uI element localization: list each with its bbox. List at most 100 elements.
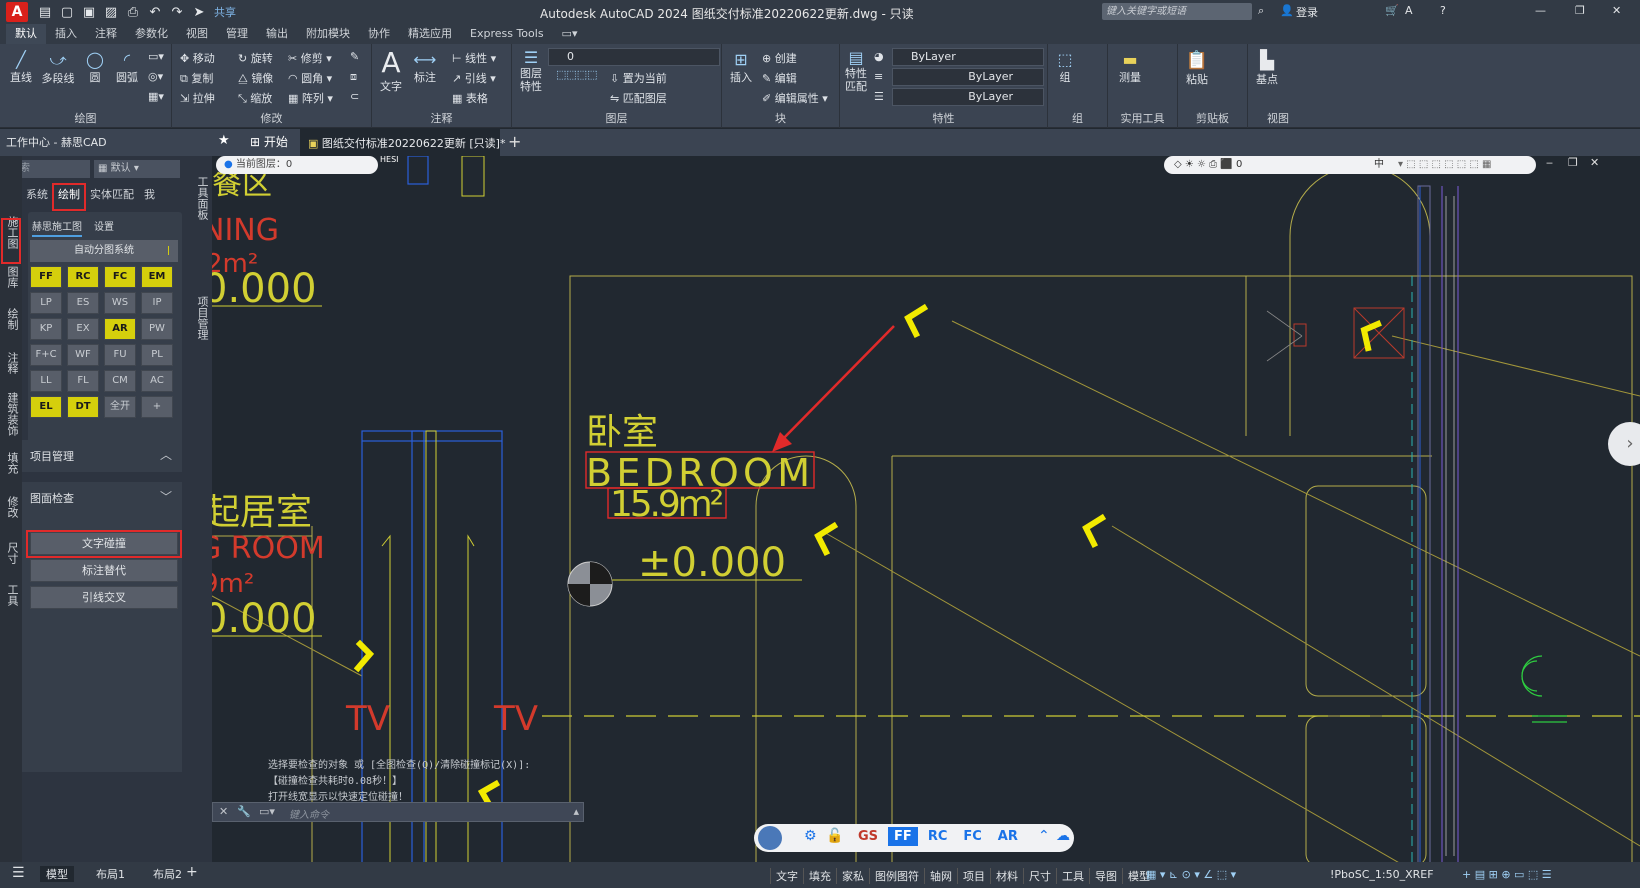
help-icon[interactable]: ? xyxy=(1440,4,1446,17)
user-icon[interactable]: 👤 xyxy=(1280,4,1294,17)
layout-tab-1[interactable]: 布局1 xyxy=(90,866,131,882)
insert-button[interactable]: ⊞ 插入 xyxy=(726,50,756,85)
annotation-panel-title[interactable]: 注释 xyxy=(372,110,511,126)
gradient-icon[interactable]: ▦▾ xyxy=(148,90,164,103)
cmd-expand-icon[interactable]: ▴ xyxy=(573,805,579,818)
open-icon[interactable]: ▢ xyxy=(60,5,74,20)
check-button-1[interactable]: 标注替代 xyxy=(30,559,178,582)
vtab-5[interactable]: 填充 xyxy=(2,452,20,474)
project-mgmt-header[interactable]: 项目管理 ︿ xyxy=(22,440,182,472)
scale-button[interactable]: ⤡ 缩放 xyxy=(238,90,272,106)
save-as-icon[interactable]: ▨ xyxy=(104,5,118,20)
rotate-button[interactable]: ↻ 旋转 xyxy=(238,50,273,66)
stretch-button[interactable]: ⇲ 拉伸 xyxy=(180,90,215,106)
system-button-fc[interactable]: FC xyxy=(104,266,136,288)
tab-7[interactable]: 附加模块 xyxy=(297,24,359,44)
erase-icon[interactable]: ✎ xyxy=(350,50,359,63)
system-button-em[interactable]: EM xyxy=(141,266,173,288)
status-item-3[interactable]: 图例图符 xyxy=(869,868,924,884)
match-properties-button[interactable]: ▤ 特性匹配 xyxy=(842,48,870,93)
system-button-kp[interactable]: KP xyxy=(30,318,62,340)
rectangle-icon[interactable]: ▭▾ xyxy=(148,50,164,63)
hatch-icon[interactable]: ◎▾ xyxy=(148,70,163,83)
auto-split-button[interactable]: 自动分图系统 ǀ xyxy=(30,240,178,262)
layers-panel-title[interactable]: 图层 xyxy=(512,110,721,126)
system-button-fl[interactable]: FL xyxy=(67,370,99,392)
system-button-el[interactable]: EL xyxy=(30,396,62,418)
canvas-close[interactable]: ✕ xyxy=(1590,156,1599,169)
vtab-1[interactable]: 图库 xyxy=(2,266,20,288)
vtab-2[interactable]: 绘制 xyxy=(2,308,20,330)
menu-icon[interactable]: ☰ xyxy=(12,865,25,881)
explode-icon[interactable]: ⧈ xyxy=(350,70,357,84)
system-button-ar[interactable]: AR xyxy=(104,318,136,340)
add-layout-button[interactable]: + xyxy=(186,864,198,880)
drawing-canvas[interactable]: 餐区 NING 2m² 0.000 卧室 BEDROOM 15.9m² ±0.0… xyxy=(212,156,1640,862)
status-item-9[interactable]: 导图 xyxy=(1089,868,1122,884)
tab-4[interactable]: 视图 xyxy=(177,24,217,44)
linetype-dropdown[interactable]: ByLayer xyxy=(892,68,1044,86)
clipboard-panel-title[interactable]: 剪贴板 xyxy=(1178,110,1247,126)
vtab-7[interactable]: 尺寸 xyxy=(2,542,20,564)
system-button-pl[interactable]: PL xyxy=(141,344,173,366)
new-icon[interactable]: ▤ xyxy=(38,5,52,20)
status-item-8[interactable]: 工具 xyxy=(1056,868,1089,884)
vtab-3[interactable]: 注释 xyxy=(2,352,20,374)
gear-icon[interactable]: ⚙ xyxy=(804,828,817,844)
share-button[interactable]: 共享 xyxy=(214,4,236,20)
tab-1[interactable]: 插入 xyxy=(46,24,86,44)
system-button-ac[interactable]: AC xyxy=(141,370,173,392)
edit-attribute-button[interactable]: ✐ 编辑属性 ▾ xyxy=(762,90,828,106)
plot-icon[interactable]: ⎙ xyxy=(126,5,140,20)
system-button-ll[interactable]: LL xyxy=(30,370,62,392)
vtab-6[interactable]: 修改 xyxy=(2,496,20,518)
system-tab-ar[interactable]: AR xyxy=(992,827,1024,846)
view-panel-title[interactable]: 视图 xyxy=(1248,110,1308,126)
status-item-4[interactable]: 轴网 xyxy=(924,868,957,884)
search-input[interactable]: 键入关键字或短语 xyxy=(1102,3,1252,20)
status-item-2[interactable]: 家私 xyxy=(836,868,869,884)
search-icon[interactable]: ⌕ xyxy=(1258,4,1264,18)
circle-tool[interactable]: ◯ 圆 xyxy=(78,50,112,85)
copy-button[interactable]: ⧉ 复制 xyxy=(180,70,213,86)
block-panel-title[interactable]: 块 xyxy=(722,110,839,126)
share-icon[interactable]: ➤ xyxy=(192,5,206,20)
system-button-es[interactable]: ES xyxy=(67,292,99,314)
status-item-7[interactable]: 尺寸 xyxy=(1023,868,1056,884)
arc-tool[interactable]: ◜ 圆弧 xyxy=(110,50,144,85)
save-icon[interactable]: ▣ xyxy=(82,5,96,20)
system-tab-gs[interactable]: GS xyxy=(852,827,884,846)
lineweight-dropdown[interactable]: ByLayer xyxy=(892,88,1044,106)
tab-2[interactable]: 注释 xyxy=(86,24,126,44)
paste-button[interactable]: 📋 粘贴 xyxy=(1182,50,1212,87)
file-tab[interactable]: ▣ 图纸交付标准20220622更新 [只读]* xyxy=(300,129,505,156)
dimension-tool[interactable]: ⟷ 标注 xyxy=(410,50,440,85)
layout-tab-0[interactable]: 模型 xyxy=(40,866,74,882)
close-cmd-icon[interactable]: ✕ xyxy=(219,805,228,818)
vtab-8[interactable]: 工具 xyxy=(2,584,20,606)
system-button-ws[interactable]: WS xyxy=(104,292,136,314)
command-line[interactable]: ✕ 🔧 ▭▾ 键入命令 ▴ xyxy=(212,802,584,822)
preset-dropdown[interactable]: ▦ 默认 ▾ xyxy=(94,160,180,178)
groups-panel-title[interactable]: 组 xyxy=(1048,110,1107,126)
system-button-rc[interactable]: RC xyxy=(67,266,99,288)
array-button[interactable]: ▦ 阵列 ▾ xyxy=(288,90,333,106)
system-button-xx[interactable]: 全开 xyxy=(104,396,136,418)
system-button-ff[interactable]: FF xyxy=(30,266,62,288)
move-button[interactable]: ✥ 移动 xyxy=(180,50,215,66)
minimize-button[interactable]: — xyxy=(1535,4,1546,17)
system-tab-rc[interactable]: RC xyxy=(922,827,954,846)
table-button[interactable]: ▦ 表格 xyxy=(452,90,488,106)
redo-icon[interactable]: ↷ xyxy=(170,5,184,20)
system-button-ex[interactable]: EX xyxy=(67,318,99,340)
star-icon[interactable]: ★ xyxy=(218,133,230,148)
undo-icon[interactable]: ↶ xyxy=(148,5,162,20)
restore-button[interactable]: ❐ xyxy=(1575,4,1585,17)
line-tool[interactable]: ╱ 直线 xyxy=(4,50,38,85)
system-button-fxc[interactable]: F+C xyxy=(30,344,62,366)
globe-icon[interactable] xyxy=(758,826,782,850)
login-button[interactable]: 登录 xyxy=(1296,4,1318,20)
system-button-lp[interactable]: LP xyxy=(30,292,62,314)
a360-icon[interactable]: A xyxy=(1405,4,1413,17)
fillet-button[interactable]: ◠ 圆角 ▾ xyxy=(288,70,332,86)
